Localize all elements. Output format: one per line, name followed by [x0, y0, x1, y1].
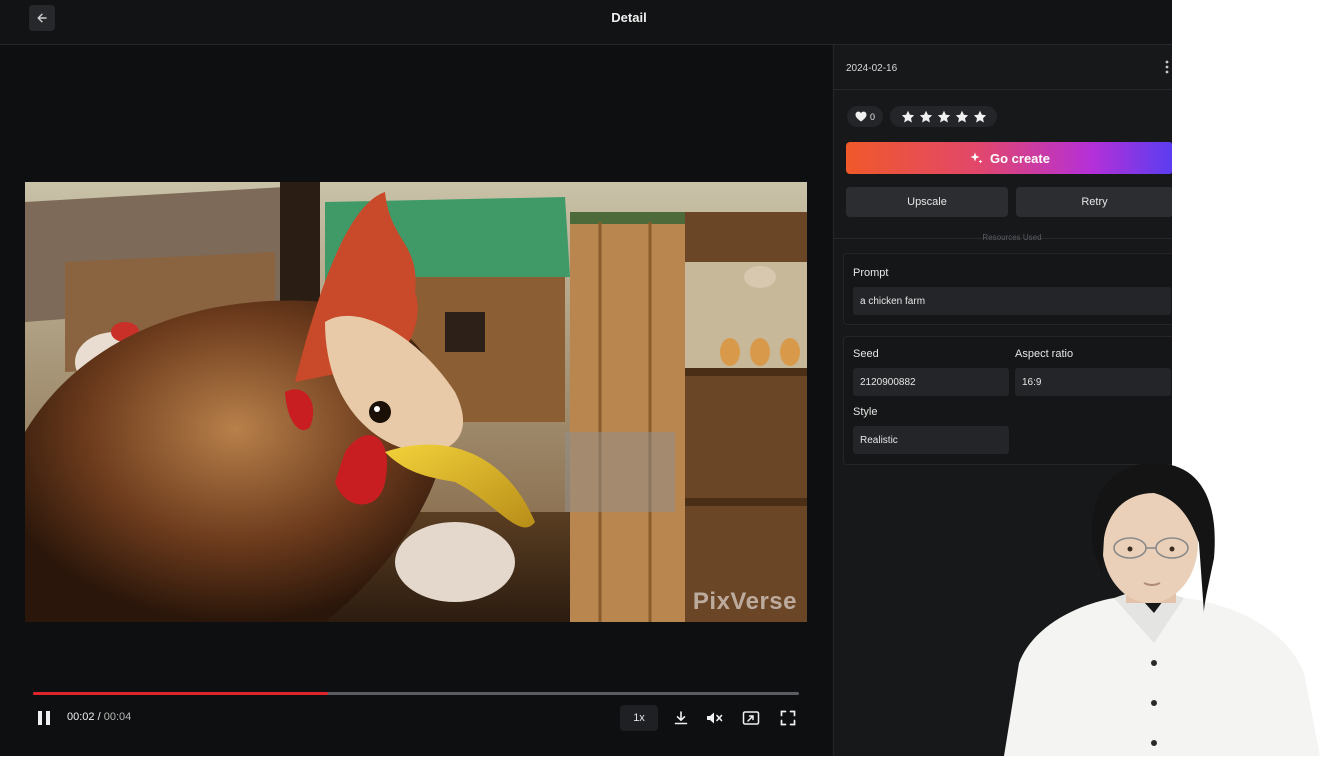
time-display: 00:02 / 00:04	[67, 711, 131, 723]
top-bar: Detail	[0, 0, 1172, 45]
app-window: Detail PixVerse 00:02 / 00:04 1x 2024-02…	[0, 0, 1172, 756]
like-count: 0	[869, 111, 875, 122]
video-frame[interactable]: PixVerse	[25, 182, 807, 622]
download-button[interactable]	[671, 708, 691, 728]
current-time: 00:02	[67, 711, 95, 723]
progress-bar[interactable]	[33, 692, 799, 695]
sparkle-icon	[970, 152, 983, 163]
download-icon	[674, 711, 688, 725]
star-icon[interactable]	[901, 110, 915, 124]
star-icon[interactable]	[919, 110, 933, 124]
style-label: Style	[853, 406, 878, 418]
time-separator: /	[97, 711, 101, 723]
video-frame-image	[25, 182, 807, 622]
presenter-image	[1004, 463, 1320, 756]
duration: 00:04	[103, 711, 132, 723]
more-options-button[interactable]	[1162, 59, 1172, 75]
volume-muted-icon	[707, 712, 723, 724]
presenter-video-overlay	[1004, 463, 1320, 756]
progress-fill	[33, 692, 328, 695]
page-title: Detail	[611, 10, 647, 25]
fullscreen-icon	[780, 710, 796, 726]
star-icon[interactable]	[955, 110, 969, 124]
star-rating[interactable]	[890, 106, 997, 127]
prompt-card: Prompt a chicken farm	[843, 253, 1172, 325]
picture-in-picture-button[interactable]	[741, 708, 761, 728]
upscale-button[interactable]: Upscale	[846, 187, 1008, 217]
go-create-label: Go create	[990, 150, 1050, 166]
go-create-button[interactable]: Go create	[846, 142, 1172, 174]
star-icon[interactable]	[937, 110, 951, 124]
picture-in-picture-icon	[742, 711, 760, 725]
watermark: PixVerse	[692, 588, 797, 615]
style-value: Realistic	[853, 426, 1009, 454]
video-player: PixVerse 00:02 / 00:04 1x	[0, 45, 832, 756]
aspect-ratio-value: 16:9	[1015, 368, 1171, 396]
prompt-value: a chicken farm	[853, 287, 1171, 315]
pause-icon	[38, 711, 50, 725]
more-vertical-icon	[1165, 60, 1169, 74]
seed-label: Seed	[853, 348, 879, 360]
playback-speed-button[interactable]: 1x	[620, 705, 658, 731]
seed-value: 2120900882	[853, 368, 1009, 396]
retry-button[interactable]: Retry	[1016, 187, 1172, 217]
aspect-ratio-label: Aspect ratio	[1015, 348, 1074, 360]
mute-button[interactable]	[704, 708, 724, 728]
prompt-label: Prompt	[853, 267, 889, 279]
star-icon[interactable]	[973, 110, 987, 124]
creation-date: 2024-02-16	[846, 63, 898, 74]
settings-card: Seed 2120900882 Aspect ratio 16:9 Style …	[843, 336, 1172, 465]
heart-icon	[855, 111, 867, 122]
resources-used-label: Resources Used	[982, 233, 1042, 242]
player-controls: 00:02 / 00:04 1x	[0, 703, 832, 733]
divider	[834, 89, 1172, 90]
like-button[interactable]: 0	[847, 106, 883, 127]
pause-button[interactable]	[35, 709, 53, 727]
fullscreen-button[interactable]	[778, 708, 798, 728]
